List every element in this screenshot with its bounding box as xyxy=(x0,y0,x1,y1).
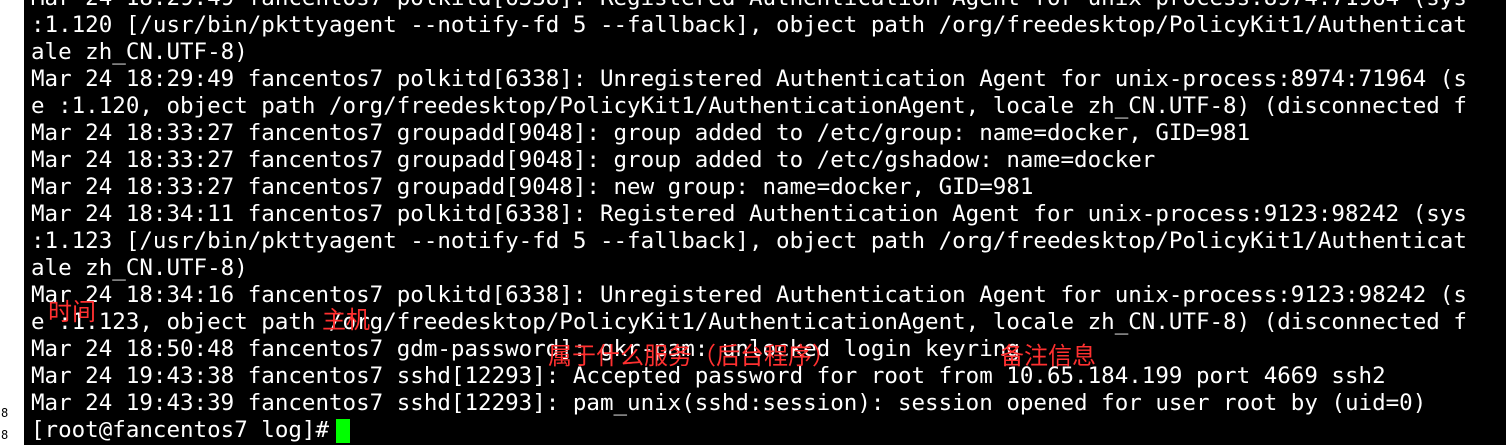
terminal-window[interactable]: Mar 24 18:29:49 fancentos7 polkitd[6338]… xyxy=(24,0,1506,445)
log-line: ale zh_CN.UTF-8) xyxy=(31,255,248,281)
gutter-number: 8 xyxy=(1,428,9,442)
command-prompt-line[interactable]: [root@fancentos7 log]# xyxy=(31,417,1467,444)
log-line: Mar 24 18:33:27 fancentos7 groupadd[9048… xyxy=(31,174,1034,200)
log-line: Mar 24 18:29:49 fancentos7 polkitd[6338]… xyxy=(31,66,1467,92)
annotation-remark: 备注信息 xyxy=(1000,342,1096,370)
log-line: Mar 24 18:34:16 fancentos7 polkitd[6338]… xyxy=(31,282,1467,308)
annotation-time: 时间 xyxy=(48,298,96,326)
log-line: e :1.123, object path /org/freedesktop/P… xyxy=(31,309,1467,335)
log-line: Mar 24 19:43:39 fancentos7 sshd[12293]: … xyxy=(31,390,1427,416)
text-cursor xyxy=(336,418,351,443)
log-line: :1.123 [/usr/bin/pkttyagent --notify-fd … xyxy=(31,228,1467,254)
log-line: e :1.120, object path /org/freedesktop/P… xyxy=(31,93,1467,119)
log-line: Mar 24 18:33:27 fancentos7 groupadd[9048… xyxy=(31,120,1251,146)
log-line: Mar 24 18:33:27 fancentos7 groupadd[9048… xyxy=(31,147,1156,173)
gutter-number: 8 xyxy=(1,406,9,420)
log-line: ale zh_CN.UTF-8) xyxy=(31,39,248,65)
annotation-host: 主机 xyxy=(322,306,370,334)
log-line: Mar 24 18:29:49 fancentos7 polkitd[6338]… xyxy=(31,0,1467,12)
log-line: Mar 24 18:34:11 fancentos7 polkitd[6338]… xyxy=(31,201,1467,227)
left-gutter: 8 8 xyxy=(0,0,24,445)
log-line: :1.120 [/usr/bin/pkttyagent --notify-fd … xyxy=(31,12,1467,38)
annotation-service: 属于什么服务（后台程序） xyxy=(548,342,836,370)
shell-prompt: [root@fancentos7 log]# xyxy=(31,417,330,443)
terminal-output: Mar 24 18:29:49 fancentos7 polkitd[6338]… xyxy=(31,0,1467,444)
